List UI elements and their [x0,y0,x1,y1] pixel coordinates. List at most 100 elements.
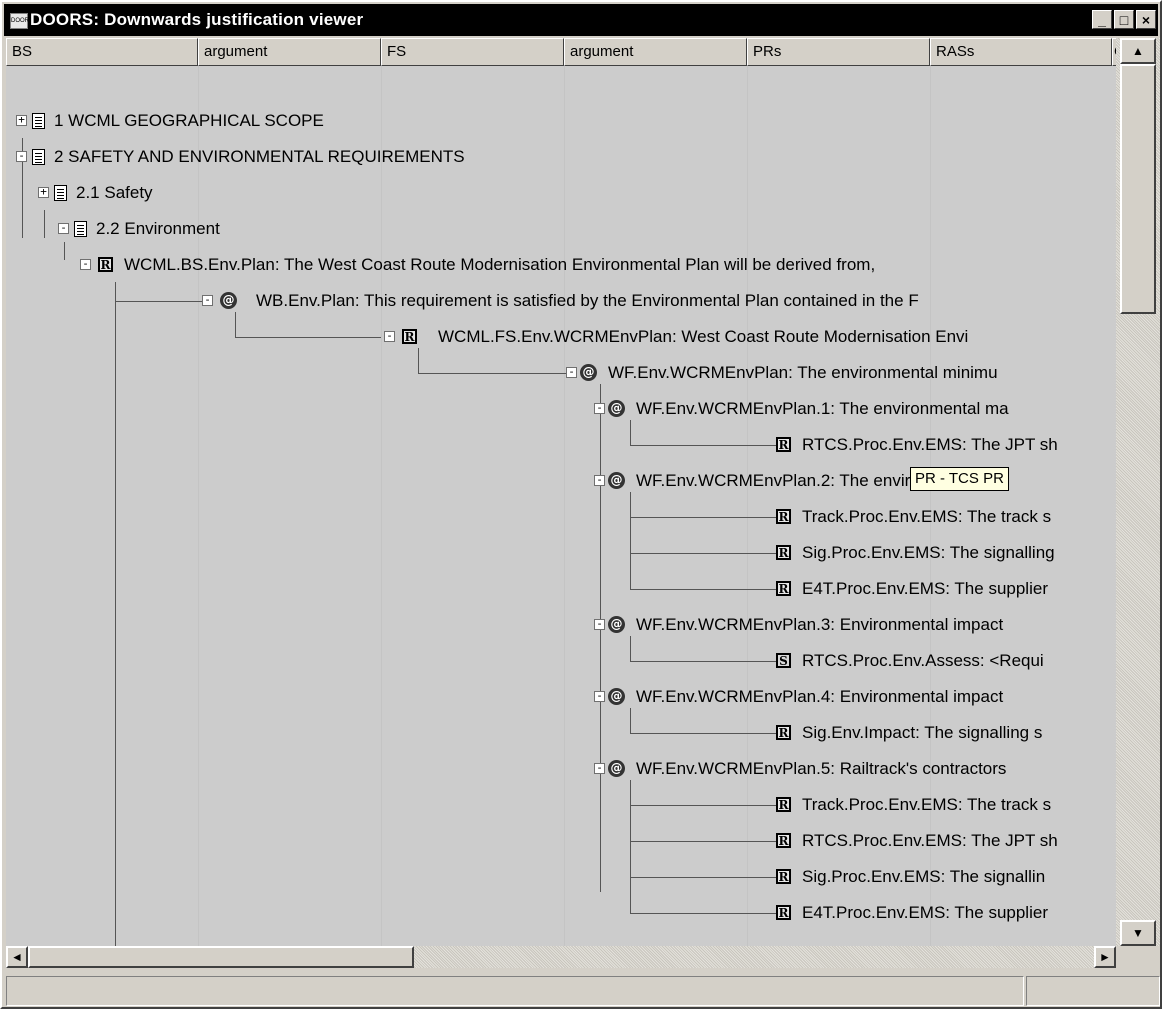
tree-connector [630,445,776,446]
node-label: Track.Proc.Env.EMS: The track s [802,795,1052,814]
tree-connector [630,708,631,734]
tooltip: PR - TCS PR [910,467,1009,491]
column-header-prs[interactable]: PRs [747,38,930,66]
column-header-fs[interactable]: FS [381,38,564,66]
maximize-button[interactable]: □ [1114,10,1134,29]
requirement-icon: R [776,869,791,884]
argument-icon: @ [608,688,625,705]
node-label: RTCS.Proc.Env.EMS: The JPT sh [802,435,1058,454]
scroll-down-button[interactable]: ▼ [1120,920,1156,946]
argument-icon: @ [608,400,625,417]
node-label: WCML.FS.Env.WCRMEnvPlan: West Coast Rout… [438,327,969,346]
close-button[interactable]: × [1136,10,1156,29]
collapse-icon[interactable]: - [594,474,605,486]
requirement-icon: R [776,725,791,740]
node-label: E4T.Proc.Env.EMS: The supplier [802,903,1048,922]
requirement-icon: R [98,257,113,272]
horizontal-scroll-thumb[interactable] [28,946,414,968]
tree-connector [600,384,601,892]
node-label: WF.Env.WCRMEnvPlan.4: Environmental impa… [636,687,1004,706]
node-label: Sig.Proc.Env.EMS: The signallin [802,867,1046,886]
collapse-icon[interactable]: - [58,222,69,234]
tree-connector [630,589,776,590]
column-divider [381,66,382,946]
node-label: 2.2 Environment [96,219,220,238]
tree-connector [630,841,776,842]
node-label: E4T.Proc.Env.EMS: The supplier [802,579,1048,598]
expand-icon[interactable]: + [16,114,27,126]
tree-connector [64,242,65,260]
node-label: 2.1 Safety [76,183,153,202]
justification-tree[interactable]: + 1 WCML GEOGRAPHICAL SCOPE - 2 SAFETY A… [6,66,1116,946]
doors-app-icon[interactable]: DOORS [10,13,33,29]
node-label: 2 SAFETY AND ENVIRONMENTAL REQUIREMENTS [54,147,465,166]
requirement-icon: R [776,437,791,452]
collapse-icon[interactable]: - [594,690,605,702]
document-icon [32,149,45,165]
node-label: WF.Env.WCRMEnvPlan.1: The environmental … [636,399,1009,418]
column-header-argument-2[interactable]: argument [564,38,747,66]
tree-connector [115,301,203,302]
collapse-icon[interactable]: - [80,258,91,270]
tree-connector [630,636,631,662]
argument-icon: @ [608,760,625,777]
node-label: Sig.Env.Impact: The signalling s [802,723,1043,742]
column-divider [564,66,565,946]
collapse-icon[interactable]: - [594,618,605,630]
collapse-icon[interactable]: - [566,366,577,378]
doors-window: DOORS DOORS: Downwards justification vie… [0,0,1162,1009]
node-label: Sig.Proc.Env.EMS: The signalling [802,543,1055,562]
column-header-rass[interactable]: RASs [930,38,1112,66]
tree-connector [115,282,116,946]
vertical-scrollbar[interactable]: ▲ ▼ [1116,38,1160,946]
tree-connector [630,913,776,914]
node-label: WCML.BS.Env.Plan: The West Coast Route M… [124,255,876,274]
node-label: RTCS.Proc.Env.Assess: <Requi [802,651,1044,670]
scroll-up-button[interactable]: ▲ [1120,38,1156,64]
tree-connector [235,337,381,338]
argument-icon: @ [580,364,597,381]
requirement-icon: R [776,509,791,524]
column-divider [747,66,748,946]
collapse-icon[interactable]: - [202,294,213,306]
node-label: Track.Proc.Env.EMS: The track s [802,507,1052,526]
scroll-left-button[interactable]: ◄ [6,946,28,968]
column-header-bs[interactable]: BS [6,38,198,66]
argument-icon: @ [608,616,625,633]
tree-connector [418,373,566,374]
argument-icon: @ [608,472,625,489]
tree-connector [630,420,631,446]
tree-connector [630,780,631,914]
requirement-icon: R [402,329,417,344]
requirement-icon: R [776,581,791,596]
argument-icon: @ [220,292,237,309]
column-header-argument-1[interactable]: argument [198,38,381,66]
horizontal-scrollbar[interactable]: ◄ ► [6,946,1116,968]
window-title: DOORS: Downwards justification viewer [30,10,364,29]
node-label: WF.Env.WCRMEnvPlan.5: Railtrack's contra… [636,759,1007,778]
tree-connector [418,348,419,374]
collapse-icon[interactable]: - [594,402,605,414]
collapse-icon[interactable]: - [384,330,395,342]
document-icon [54,185,67,201]
node-label: WB.Env.Plan: This requirement is satisfi… [256,291,919,310]
document-icon [32,113,45,129]
node-label: WF.Env.WCRMEnvPlan: The environmental mi… [608,363,998,382]
tree-connector [630,517,776,518]
status-bar-resize-grip[interactable] [1026,976,1160,1006]
tree-connector [630,553,776,554]
minimize-button[interactable]: _ [1092,10,1112,29]
collapse-icon[interactable]: - [16,150,27,162]
tree-connector [630,805,776,806]
column-divider [198,66,199,946]
vertical-scroll-thumb[interactable] [1120,64,1156,314]
scroll-right-button[interactable]: ► [1094,946,1116,968]
title-bar[interactable]: DOORS DOORS: Downwards justification vie… [4,4,1158,36]
collapse-icon[interactable]: - [594,762,605,774]
column-header-row: BS argument FS argument PRs RASs C [6,38,1118,66]
expand-icon[interactable]: + [38,186,49,198]
document-icon [74,221,87,237]
stakeholder-icon: S [776,653,791,668]
tree-connector [44,210,45,238]
requirement-icon: R [776,905,791,920]
